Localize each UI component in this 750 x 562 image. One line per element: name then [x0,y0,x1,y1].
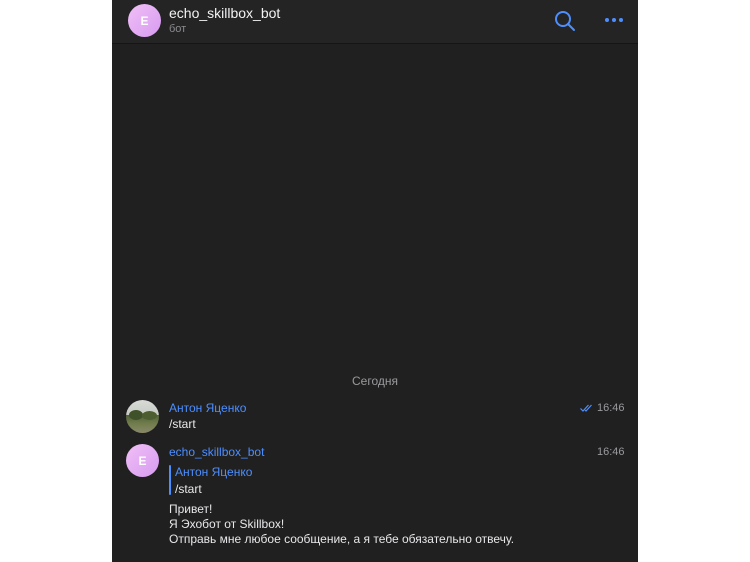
chat-title[interactable]: echo_skillbox_bot [169,5,280,21]
message-time: 16:46 [597,402,625,414]
chat-header: E echo_skillbox_bot бот [112,0,638,44]
reply-sender[interactable]: Антон Яценко [175,465,252,479]
avatar-photo-detail [129,410,143,420]
date-separator: Сегодня [352,374,398,388]
more-icon[interactable] [602,12,626,28]
message-text: Привет! Я Эхобот от Skillbox! Отправь мн… [169,502,514,547]
reply-quote-bar [169,465,171,495]
read-checkmarks-icon [580,404,592,412]
message-line: Отправь мне любое сообщение, а я тебе об… [169,532,515,546]
message-time: 16:46 [597,446,625,458]
message-sender[interactable]: Антон Яценко [169,401,246,415]
bot-avatar[interactable]: E [128,4,161,37]
message-text: /start [169,417,196,431]
message-sender[interactable]: echo_skillbox_bot [169,445,264,459]
search-icon[interactable] [554,10,576,32]
reply-text[interactable]: /start [175,482,202,496]
avatar-photo-detail [142,411,157,420]
message-line: Я Эхобот от Skillbox! [169,517,285,531]
chat-subtitle: бот [169,23,187,35]
bot-avatar[interactable]: E [126,444,159,477]
telegram-chat-window: E echo_skillbox_bot бот Сегодня Антон Яц… [112,0,638,562]
user-avatar[interactable] [126,400,159,433]
message-line: Привет! [169,502,213,516]
